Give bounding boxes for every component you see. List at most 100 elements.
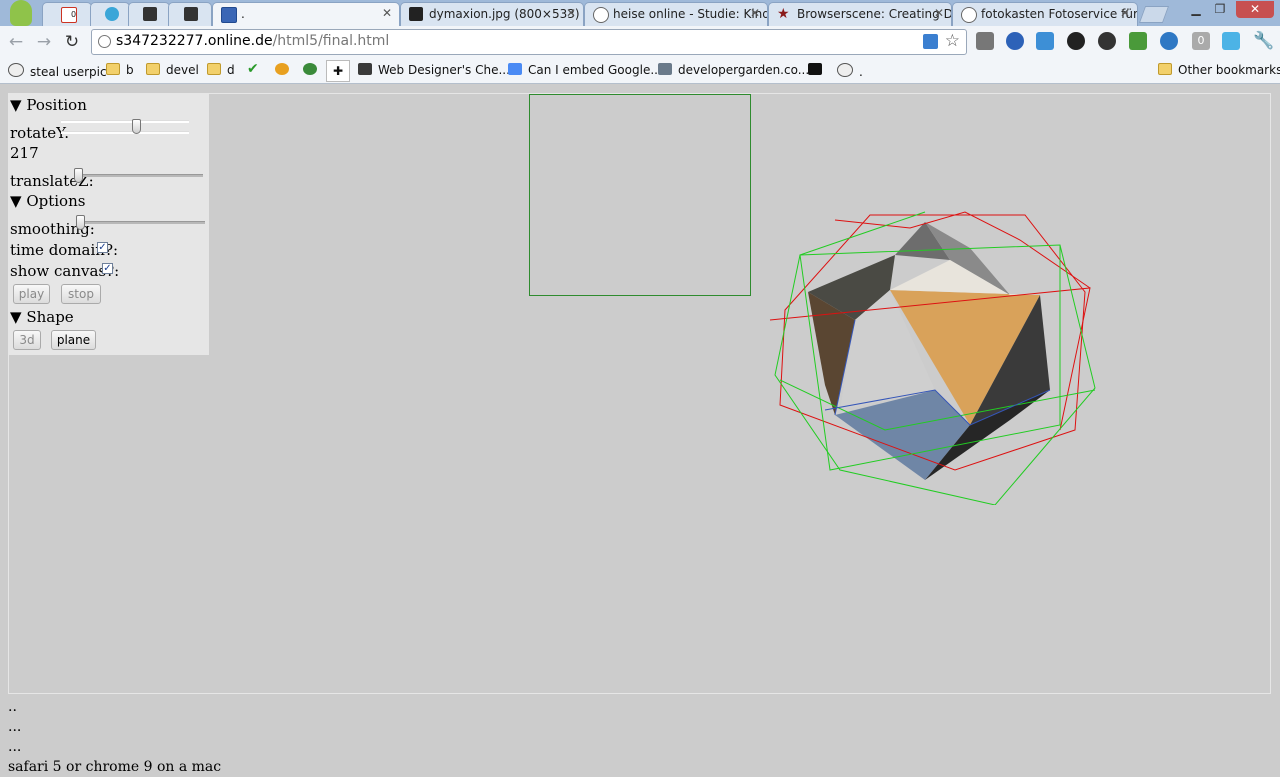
close-icon[interactable]: ✕: [382, 6, 392, 20]
close-icon[interactable]: ✕: [934, 6, 944, 20]
icosahedron-render: [769, 211, 1096, 505]
globe-icon: [8, 63, 24, 77]
tab-dymaxion[interactable]: dymaxion.jpg (800×533) ✕: [400, 2, 584, 26]
back-button[interactable]: ←: [6, 32, 26, 52]
position-heading: Position: [26, 96, 87, 114]
color-picker-icon[interactable]: [1067, 32, 1085, 50]
tag-extension-icon[interactable]: [976, 32, 994, 50]
smiley-icon: [275, 63, 289, 75]
star-icon: ★: [777, 6, 790, 22]
chrome-app-icon[interactable]: [10, 0, 32, 26]
3d-button[interactable]: 3d: [13, 330, 41, 350]
unread-badge: 0: [71, 10, 77, 19]
address-bar[interactable]: s347232277.online.de/html5/final.html ☆: [91, 29, 967, 55]
tab-fotokasten[interactable]: fotokasten Fotoservice für ✕: [952, 2, 1138, 26]
bookmark-label: .: [859, 65, 863, 79]
close-window-button[interactable]: ✕: [1236, 1, 1274, 18]
bookmark-star-icon[interactable]: ☆: [945, 31, 960, 51]
forward-button[interactable]: →: [34, 32, 54, 52]
tab-strip: 0 . ✕ dymaxion.jpg (800×533) ✕ heise onl…: [0, 0, 1280, 27]
tab-title: dymaxion.jpg (800×533): [429, 7, 580, 21]
time-domain-checkbox[interactable]: ✓: [97, 242, 108, 253]
plus-app-icon: [143, 7, 157, 21]
phone-extension-icon[interactable]: [1160, 32, 1178, 50]
close-icon[interactable]: ✕: [566, 6, 576, 20]
tab-heise[interactable]: heise online - Studie: Kind ✕: [584, 2, 768, 26]
bookmark-check[interactable]: ✔: [247, 61, 259, 77]
bookmark-smiley[interactable]: [275, 63, 295, 77]
tab-title: fotokasten Fotoservice für: [981, 7, 1138, 21]
waveform-canvas: [529, 94, 751, 296]
tab-gmail[interactable]: 0: [42, 2, 92, 26]
bookmark-puzzle[interactable]: ✚: [326, 60, 350, 82]
minimize-button[interactable]: ▁: [1184, 1, 1208, 18]
slider-thumb[interactable]: [76, 215, 85, 230]
plane-button[interactable]: plane: [51, 330, 96, 350]
gear-extension-icon[interactable]: [1098, 32, 1116, 50]
url-path: /html5/final.html: [272, 33, 390, 49]
bookmark-label: Web Designer's Che...: [378, 63, 510, 77]
close-icon[interactable]: ✕: [750, 6, 760, 20]
globe-icon: [98, 35, 111, 48]
wrench-menu-icon[interactable]: 🔧: [1253, 32, 1274, 50]
evernote-icon[interactable]: [1129, 32, 1147, 50]
bookmark-label: devel: [166, 63, 199, 77]
bookmark-folder-b[interactable]: b: [106, 63, 134, 77]
bookmark-hp[interactable]: [808, 63, 828, 77]
bookmark-label: d: [227, 63, 235, 77]
disclosure-triangle-icon: ▼: [10, 308, 22, 326]
play-button[interactable]: play: [13, 284, 50, 304]
slider-thumb[interactable]: [74, 168, 83, 183]
bookmark-folder-d[interactable]: d: [207, 63, 235, 77]
flower-extension-icon[interactable]: [1006, 32, 1024, 50]
bookmark-google[interactable]: Can I embed Google...: [508, 63, 662, 77]
page-icon: [658, 63, 672, 75]
tab-active[interactable]: . ✕: [212, 2, 400, 27]
bookmark-folder-devel[interactable]: devel: [146, 63, 199, 77]
page-icon: [221, 7, 237, 23]
slider-thumb[interactable]: [132, 119, 141, 134]
footer-notes: .. ... ... safari 5 or chrome 9 on a mac: [8, 697, 221, 777]
footer-line: ..: [8, 699, 17, 715]
bookmark-developergarden[interactable]: developergarden.co...: [658, 63, 809, 77]
google-icon: [508, 63, 522, 75]
shape-heading: Shape: [26, 308, 74, 326]
footer-note: safari 5 or chrome 9 on a mac: [8, 759, 222, 775]
shape-section-heading[interactable]: ▼ Shape: [10, 308, 74, 326]
bookmark-label: b: [126, 63, 134, 77]
bookmark-web-designer[interactable]: Web Designer's Che...: [358, 63, 510, 77]
reload-button[interactable]: ↻: [62, 32, 82, 52]
other-bookmarks[interactable]: Other bookmarks: [1158, 63, 1280, 77]
chat-extension-icon[interactable]: [1222, 32, 1240, 50]
tab-app-2[interactable]: [168, 2, 212, 26]
tab-app-1[interactable]: [128, 2, 170, 26]
show-canvas-checkbox[interactable]: ✓: [102, 263, 113, 274]
counter-badge[interactable]: 0: [1192, 32, 1210, 50]
hp-icon: [808, 63, 822, 75]
url-host: s347232277.online.de: [116, 33, 273, 49]
bookmark-ball[interactable]: [303, 63, 323, 77]
translate-icon[interactable]: [923, 34, 938, 49]
bookmark-dot[interactable]: .: [837, 63, 863, 79]
bookmark-label: developergarden.co...: [678, 63, 810, 77]
screen-extension-icon[interactable]: [1036, 32, 1054, 50]
url-text[interactable]: s347232277.online.de/html5/final.html: [116, 33, 389, 49]
folder-icon: [1158, 63, 1172, 75]
tab-twitter[interactable]: [90, 2, 130, 26]
maximize-button[interactable]: ❐: [1208, 1, 1232, 18]
stop-button[interactable]: stop: [61, 284, 101, 304]
close-icon[interactable]: ✕: [1120, 6, 1130, 20]
tab-browserscene[interactable]: ★ Browserscene: Creating D ✕: [768, 2, 952, 26]
bookmark-label: steal userpic: [30, 65, 107, 79]
smoothing-slider[interactable]: [76, 215, 205, 230]
folder-icon: [207, 63, 221, 75]
bookmark-steal-userpic[interactable]: steal userpic: [8, 63, 107, 79]
folder-icon: [146, 63, 160, 75]
rotate-slider[interactable]: [61, 119, 189, 134]
globe-icon: [961, 7, 977, 23]
options-section-heading[interactable]: ▼ Options: [10, 192, 85, 210]
position-section-heading[interactable]: ▼ Position: [10, 96, 87, 114]
translate-slider[interactable]: [74, 168, 203, 183]
footer-line: ...: [8, 739, 22, 755]
new-tab-button[interactable]: [1138, 6, 1170, 23]
